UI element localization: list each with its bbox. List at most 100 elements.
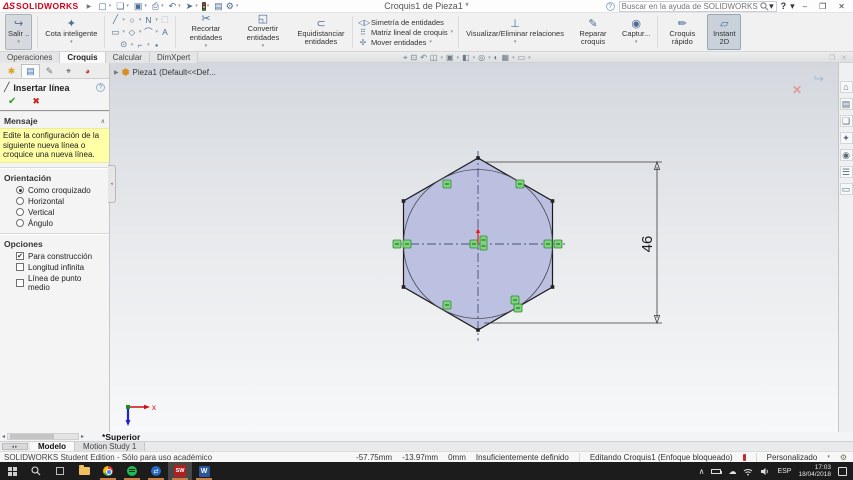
text-tool-icon[interactable]: A — [160, 27, 170, 37]
teamviewer-button[interactable]: ⇄ — [144, 462, 168, 480]
display-style-icon[interactable]: ◧ — [462, 53, 470, 62]
radio-icon[interactable] — [16, 219, 24, 227]
polygon-caret-icon[interactable]: ▾ — [139, 29, 142, 35]
select-caret-icon[interactable]: ▾ — [195, 3, 198, 9]
dimension-value[interactable]: 46 — [639, 236, 656, 253]
display-manager-tab[interactable]: ◕ — [78, 64, 97, 78]
rectangle-tool-icon[interactable]: ▭ — [110, 27, 120, 38]
help-caret-icon[interactable]: ▾ — [790, 1, 795, 12]
resources-home-icon[interactable]: ⌂ — [839, 81, 853, 93]
convert-entities-button[interactable]: ◱ Convertir entidades ▾ — [237, 13, 289, 50]
solidworks-taskbar-button[interactable]: SW — [168, 462, 192, 480]
onedrive-cloud-icon[interactable]: ☁ — [728, 467, 736, 476]
help-menu[interactable]: ? — [781, 1, 787, 11]
options-caret-icon[interactable]: ▾ — [236, 3, 239, 9]
zoom-fit-icon[interactable]: ⌖ — [403, 53, 408, 63]
tab-croquis[interactable]: Croquis — [60, 52, 106, 63]
new-caret-icon[interactable]: ▾ — [109, 3, 112, 9]
smart-dimension-button[interactable]: ✦ Cota inteligente ▾ — [43, 14, 99, 50]
custom-properties-icon[interactable]: ☰ — [839, 166, 853, 178]
print-caret-icon[interactable]: ▾ — [161, 3, 164, 9]
section-view-icon[interactable]: ◫ — [430, 53, 438, 62]
check-linea-punto-medio[interactable]: Línea de punto medio — [0, 273, 109, 293]
checkbox-icon[interactable] — [16, 263, 24, 271]
radio-icon[interactable] — [16, 208, 24, 216]
dimxpert-manager-tab[interactable]: ⌖ — [59, 64, 78, 78]
tab-calcular[interactable]: Calcular — [105, 52, 150, 63]
capture-button[interactable]: ◉ Captur... ▾ — [620, 14, 652, 50]
rapid-sketch-button[interactable]: ✏ Croquis rápido — [663, 14, 701, 50]
orientation-caret-icon[interactable]: ▾ — [457, 55, 460, 61]
point-tool-icon[interactable]: ▪ — [152, 40, 162, 50]
status-gear-icon[interactable]: ⚙ — [840, 453, 847, 462]
linear-pattern-button[interactable]: ⠿ Matriz lineal de croquis ▾ — [358, 28, 453, 37]
scrollbar-thumb[interactable] — [10, 434, 55, 439]
scroll-right-icon[interactable]: ▸ — [79, 433, 86, 440]
cancel-sketch-corner-icon[interactable]: ✕ — [792, 83, 802, 97]
appearances-icon[interactable]: ◉ — [839, 149, 853, 161]
fillet-caret-icon[interactable]: ▾ — [147, 42, 150, 48]
feature-manager-tab[interactable]: ✱ — [2, 64, 21, 78]
save-caret-icon[interactable]: ▾ — [144, 3, 147, 9]
wifi-icon[interactable] — [743, 467, 753, 476]
radio-icon[interactable] — [16, 186, 24, 194]
check-para-construccion[interactable]: ✔ Para construcción — [0, 251, 109, 262]
open-caret-icon[interactable]: ▾ — [126, 3, 129, 9]
help-search-input[interactable] — [621, 1, 761, 11]
search-caret-icon[interactable]: ▾ — [769, 1, 774, 12]
tab-dimxpert[interactable]: DimXpert — [149, 52, 199, 63]
taskbar-search-button[interactable] — [24, 462, 48, 480]
open-icon[interactable]: ❏ — [115, 1, 125, 11]
scroll-left-icon[interactable]: ◂ — [0, 433, 7, 440]
zoom-area-icon[interactable]: ⊡ — [411, 53, 418, 62]
radio-como-croquizado[interactable]: Como croquizado — [0, 185, 109, 196]
orientation-section-header[interactable]: Orientación — [4, 173, 51, 183]
apply-scene-icon[interactable]: ▦ — [502, 53, 510, 62]
radio-horizontal[interactable]: Horizontal — [0, 196, 109, 207]
polygon-tool-icon[interactable]: ◇ — [127, 27, 137, 38]
search-icon[interactable] — [760, 1, 769, 11]
language-indicator[interactable]: ESP — [777, 468, 791, 475]
section-caret-icon[interactable]: ▾ — [440, 55, 443, 61]
display-relations-button[interactable]: ⊥ Visualizar/Eliminar relaciones ▾ — [464, 14, 566, 50]
scene-caret-icon[interactable]: ▾ — [512, 55, 515, 61]
repair-sketch-button[interactable]: ✎ Reparar croquis — [572, 14, 614, 50]
close-button[interactable]: ✕ — [834, 2, 849, 11]
radio-vertical[interactable]: Vertical — [0, 207, 109, 218]
file-properties-icon[interactable]: ▤ — [213, 1, 224, 11]
check-longitud-infinita[interactable]: Longitud infinita — [0, 262, 109, 273]
property-manager-tab[interactable]: ▤ — [21, 64, 40, 78]
rebuild-icon[interactable] — [201, 1, 206, 11]
tab-scroll-buttons[interactable]: ◂▸ — [2, 443, 28, 450]
rectangle-caret-icon[interactable]: ▾ — [122, 29, 125, 35]
file-explorer-icon[interactable]: ❏ — [839, 115, 853, 127]
line-caret-icon[interactable]: ▾ — [122, 17, 125, 23]
view-settings-caret-icon[interactable]: ▾ — [528, 55, 531, 61]
chrome-button[interactable] — [96, 462, 120, 480]
arc-tool-icon[interactable]: ⌒ — [143, 26, 153, 38]
undo-caret-icon[interactable]: ▾ — [178, 3, 181, 9]
cancel-button[interactable]: ✖ — [32, 96, 40, 107]
accept-button[interactable]: ✔ — [8, 96, 16, 107]
motion-study-tab[interactable]: Motion Study 1 — [75, 442, 146, 451]
file-explorer-button[interactable] — [72, 462, 96, 480]
design-library-icon[interactable]: ▤ — [839, 98, 853, 110]
action-center-icon[interactable] — [838, 466, 847, 476]
spline-caret-icon[interactable]: ▾ — [155, 17, 158, 23]
battery-icon[interactable] — [711, 468, 723, 474]
units-profile[interactable]: Personalizado — [767, 453, 818, 462]
undo-icon[interactable]: ↶ — [168, 1, 178, 11]
clock[interactable]: 17:03 18/04/2018 — [798, 464, 831, 478]
doc-close-icon[interactable]: ✕ — [841, 54, 847, 62]
instant-2d-button[interactable]: ▱ Instant 2D — [707, 14, 742, 50]
panel-flyout-handle[interactable]: ◂ — [108, 165, 116, 203]
doc-restore-icon[interactable]: ❐ — [829, 54, 835, 62]
checkbox-icon[interactable]: ✔ — [16, 252, 24, 260]
hide-show-items-icon[interactable]: ◎ — [478, 53, 485, 62]
line-tool-icon[interactable]: ╱ — [110, 14, 120, 25]
task-view-button[interactable] — [48, 462, 72, 480]
radio-angulo[interactable]: Ángulo — [0, 218, 109, 229]
hide-show-caret-icon[interactable]: ▾ — [488, 55, 491, 61]
menu-flyout-icon[interactable]: ▶ — [87, 3, 92, 10]
save-icon[interactable]: ▣ — [133, 1, 144, 11]
